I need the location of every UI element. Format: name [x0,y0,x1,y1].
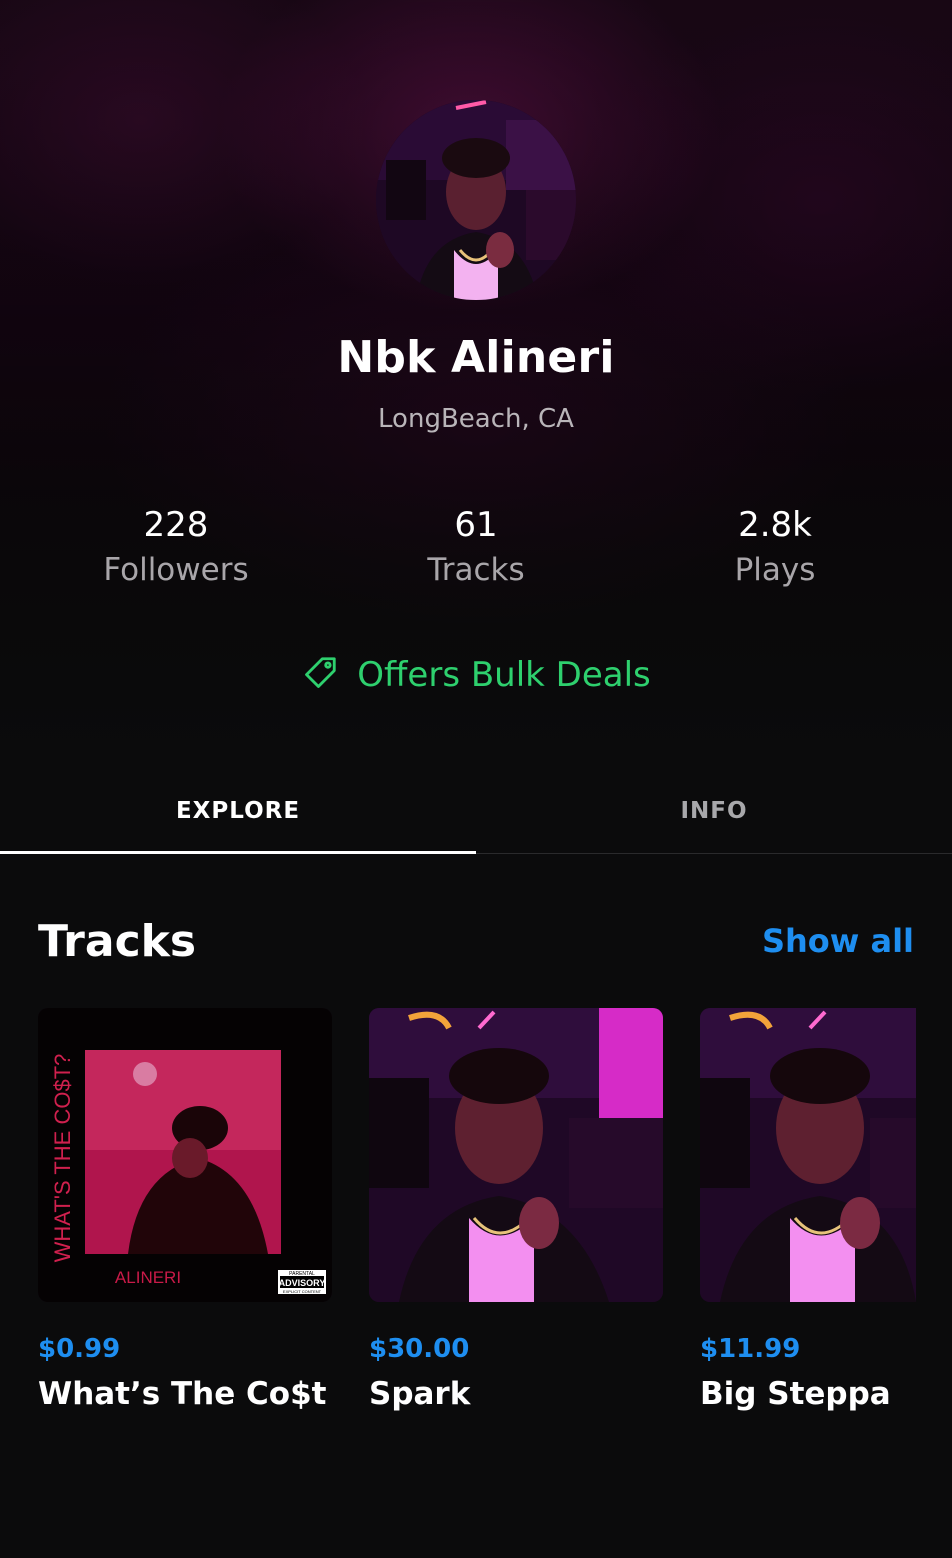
tab-info[interactable]: INFO [476,768,952,854]
bulk-deals-label: Offers Bulk Deals [357,655,651,695]
cover-vertical-text: WHAT'S THE CO$T? [50,1054,75,1263]
tab-explore[interactable]: EXPLORE [0,768,476,854]
profile-tabs: EXPLORE INFO [0,768,952,854]
stat-label: Followers [103,552,249,588]
artist-name: Nbk Alineri [337,332,615,383]
stat-value: 228 [143,505,209,545]
track-price: $30.00 [369,1334,470,1364]
tracks-section-title: Tracks [38,916,197,967]
cover-artist-text: ALINERI [115,1268,181,1287]
avatar[interactable] [376,100,576,300]
track-card[interactable]: WHAT'S THE CO$T? ALINERI PARENTAL ADVISO… [38,1008,332,1412]
track-title: Spark [369,1376,471,1412]
track-cover[interactable] [369,1008,663,1302]
track-title: Big Steppa [700,1376,891,1412]
stat-tracks[interactable]: 61 Tracks [326,504,626,591]
stat-label: Plays [734,552,816,588]
track-cover[interactable]: WHAT'S THE CO$T? ALINERI PARENTAL ADVISO… [38,1008,332,1302]
stat-label: Tracks [427,552,525,588]
advisory-main: ADVISORY [279,1278,326,1288]
stat-followers[interactable]: 228 Followers [26,504,326,591]
tag-icon [301,654,339,696]
track-card[interactable]: $30.00 Spark [369,1008,663,1412]
artist-profile-screen: Nbk Alineri LongBeach, CA 228 Followers … [0,0,952,1558]
artist-location: LongBeach, CA [378,404,574,434]
track-price: $11.99 [700,1334,801,1364]
advisory-bottom: EXPLICIT CONTENT [283,1289,322,1294]
stat-value: 2.8k [738,505,812,545]
stat-value: 61 [454,505,498,545]
active-tab-indicator [0,851,476,854]
track-price: $0.99 [38,1334,121,1364]
stat-plays[interactable]: 2.8k Plays [625,504,925,591]
track-title: What’s The Co$t [38,1376,327,1412]
advisory-top: PARENTAL [289,1271,315,1277]
track-cover[interactable] [700,1008,916,1302]
track-card[interactable]: $11.99 Big Steppa [700,1008,916,1412]
bulk-deals-badge[interactable]: Offers Bulk Deals [0,654,952,696]
show-all-link[interactable]: Show all [762,922,914,960]
avatar-photo [376,100,576,300]
